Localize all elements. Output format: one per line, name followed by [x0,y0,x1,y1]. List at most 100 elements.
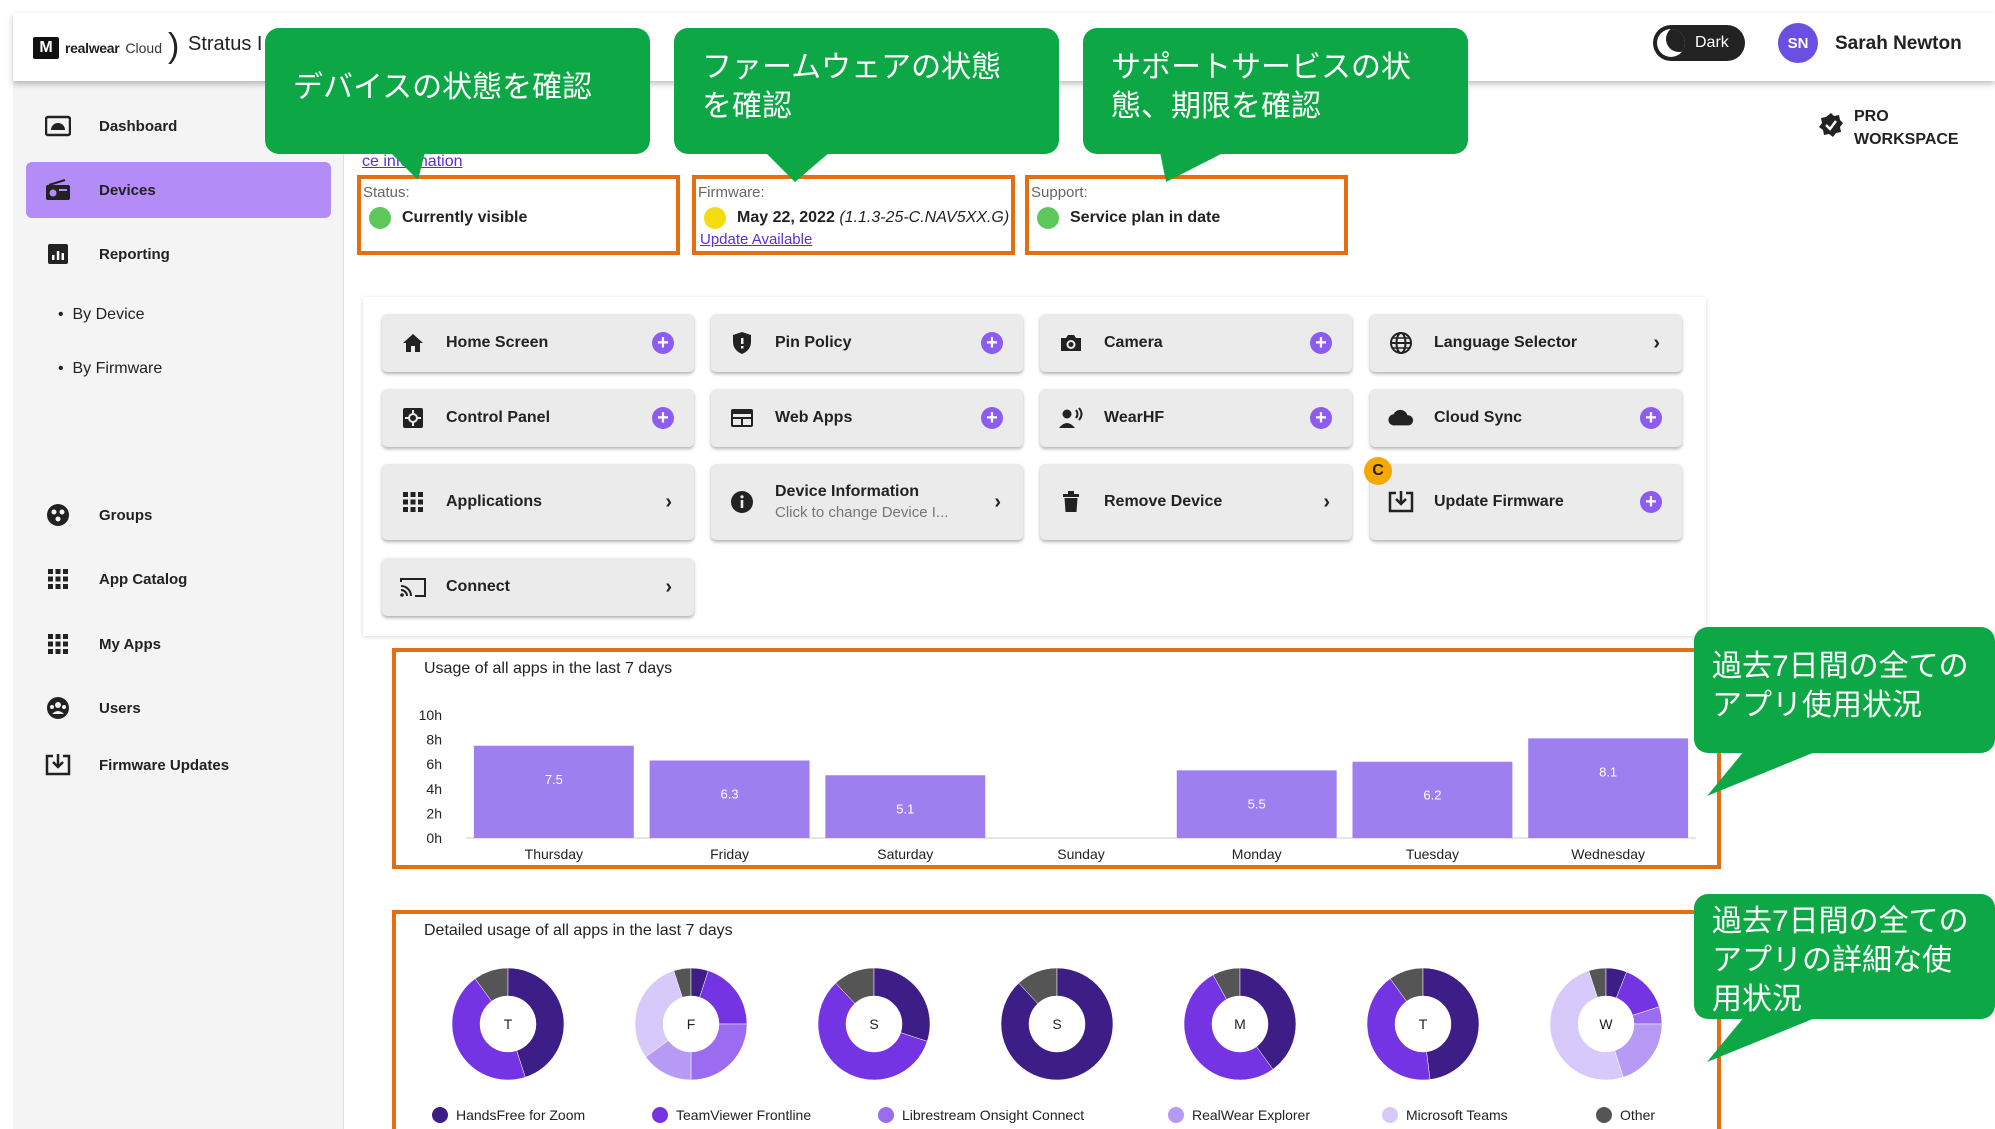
chevron-right-icon: › [665,575,672,598]
y-tick-label: 0h [426,830,442,846]
legend-item[interactable]: Microsoft Teams [1382,1107,1508,1123]
add-icon[interactable]: + [1310,407,1332,429]
dashboard-icon [43,111,73,141]
add-icon[interactable]: + [981,332,1003,354]
tile-wearhf[interactable]: WearHF + [1040,389,1352,447]
tile-label: Connect [446,578,510,595]
support-indicator-dot [1037,207,1059,229]
firmware-label: Firmware: [698,184,765,201]
tile-home-screen[interactable]: Home Screen + [382,314,694,372]
sidebar-subitem-by-firmware[interactable]: • By Firmware [58,360,162,378]
legend-item[interactable]: Librestream Onsight Connect [878,1107,1084,1123]
y-tick-label: 10h [419,707,442,723]
dark-mode-label: Dark [1695,34,1729,51]
legend-item[interactable]: Other [1596,1107,1655,1123]
tile-web-apps[interactable]: Web Apps + [711,389,1023,447]
y-tick-label: 2h [426,805,442,821]
callout-tail [1160,152,1225,182]
donut-center-label: F [687,1016,696,1032]
add-icon[interactable]: + [1640,407,1662,429]
tile-sublabel: Click to change Device I... [775,504,949,521]
x-tick-label: Tuesday [1406,846,1459,862]
firmware-value: May 22, 2022 (1.1.3-25-C.NAV5XX.G) [737,209,1009,227]
tile-device-information[interactable]: Device Information Click to change Devic… [711,464,1023,540]
donut-chart: T [1366,967,1480,1081]
legend-item[interactable]: RealWear Explorer [1168,1107,1310,1123]
donut-center-label: S [1052,1016,1061,1032]
legend-swatch [878,1107,894,1123]
logo[interactable]: M realwear Cloud ) [33,29,179,63]
status-card: Status: Currently visible [357,175,680,255]
cast-icon [400,574,426,600]
sidebar-subitem-by-device[interactable]: • By Device [58,306,145,324]
users-icon [43,693,73,723]
sidebar: Dashboard Devices Reporting • By Device … [13,81,344,1129]
apps-grid-icon [43,564,73,594]
tile-remove-device[interactable]: Remove Device › [1040,464,1352,540]
tile-label: Remove Device [1104,493,1223,510]
cloud-icon [1388,405,1414,431]
tile-applications[interactable]: Applications › [382,464,694,540]
dark-mode-toggle[interactable]: Dark [1653,25,1745,61]
chevron-right-icon: › [1323,490,1330,513]
usage-bar-chart-card: Usage of all apps in the last 7 days 0h 2… [392,648,1721,869]
refresh-badge-icon: C [1364,457,1392,485]
tile-label: Control Panel [446,409,551,426]
support-label: Support: [1031,184,1088,201]
donut-center-label: M [1234,1016,1246,1032]
legend-label: TeamViewer Frontline [676,1107,811,1123]
verified-badge-icon [1818,112,1844,145]
chevron-right-icon: › [665,490,672,513]
chevron-right-icon: › [1653,331,1660,354]
sidebar-item-devices[interactable]: Devices [26,162,331,218]
legend-item[interactable]: TeamViewer Frontline [652,1107,811,1123]
donut-chart: S [817,967,931,1081]
tile-language-selector[interactable]: Language Selector › [1370,314,1682,372]
update-available-link[interactable]: Update Available [700,231,812,248]
legend-item[interactable]: HandsFree for Zoom [432,1107,585,1123]
y-tick-label: 6h [426,756,442,772]
callout-tail [1707,750,1820,796]
sidebar-item-label: By Device [72,306,145,323]
tile-camera[interactable]: Camera + [1040,314,1352,372]
sidebar-item-reporting[interactable]: Reporting [26,226,331,282]
sidebar-item-my-apps[interactable]: My Apps [26,616,331,672]
sidebar-item-users[interactable]: Users [26,680,331,736]
user-name[interactable]: Sarah Newton [1835,33,1962,55]
sidebar-item-app-catalog[interactable]: App Catalog [26,551,331,607]
sidebar-item-firmware-updates[interactable]: Firmware Updates [26,737,331,793]
tile-pin-policy[interactable]: Pin Policy + [711,314,1023,372]
tile-label: WearHF [1104,409,1165,426]
sidebar-item-groups[interactable]: Groups [26,487,331,543]
add-icon[interactable]: + [981,407,1003,429]
y-tick-label: 8h [426,732,442,748]
legend-swatch [652,1107,668,1123]
info-icon [729,489,755,515]
tile-connect[interactable]: Connect › [382,558,694,616]
callout-usage-7-days: 過去7日間の全てのアプリ使用状況 [1694,627,1995,753]
tile-label: Language Selector [1434,334,1578,351]
sidebar-item-label: My Apps [99,635,161,653]
logo-cloud: Cloud [125,40,163,56]
tile-label: Home Screen [446,334,549,351]
bar-value-label: 5.5 [1248,796,1266,811]
add-icon[interactable]: + [652,407,674,429]
legend-swatch [432,1107,448,1123]
avatar[interactable]: SN [1778,23,1818,63]
add-icon[interactable]: + [1310,332,1332,354]
support-value: Service plan in date [1070,209,1221,226]
bar-value-label: 6.3 [721,787,739,802]
workspace-label: WORKSPACE [1854,131,1959,149]
tile-control-panel[interactable]: Control Panel + [382,389,694,447]
x-tick-label: Saturday [877,846,933,862]
sidebar-item-label: Users [99,699,141,717]
tile-update-firmware[interactable]: Update Firmware + [1370,464,1682,540]
add-icon[interactable]: + [1640,491,1662,513]
bullet: • [58,306,64,323]
tile-cloud-sync[interactable]: Cloud Sync + [1370,389,1682,447]
usage-bar-chart: 0h 2h 4h 6h 8h 10h 7.5 Thursday 6.3 Friday 5.1 Satu… [419,707,1696,862]
status-value: Currently visible [402,209,528,226]
sidebar-item-label: Reporting [99,245,170,263]
add-icon[interactable]: + [652,332,674,354]
donut-center-label: T [504,1016,513,1032]
